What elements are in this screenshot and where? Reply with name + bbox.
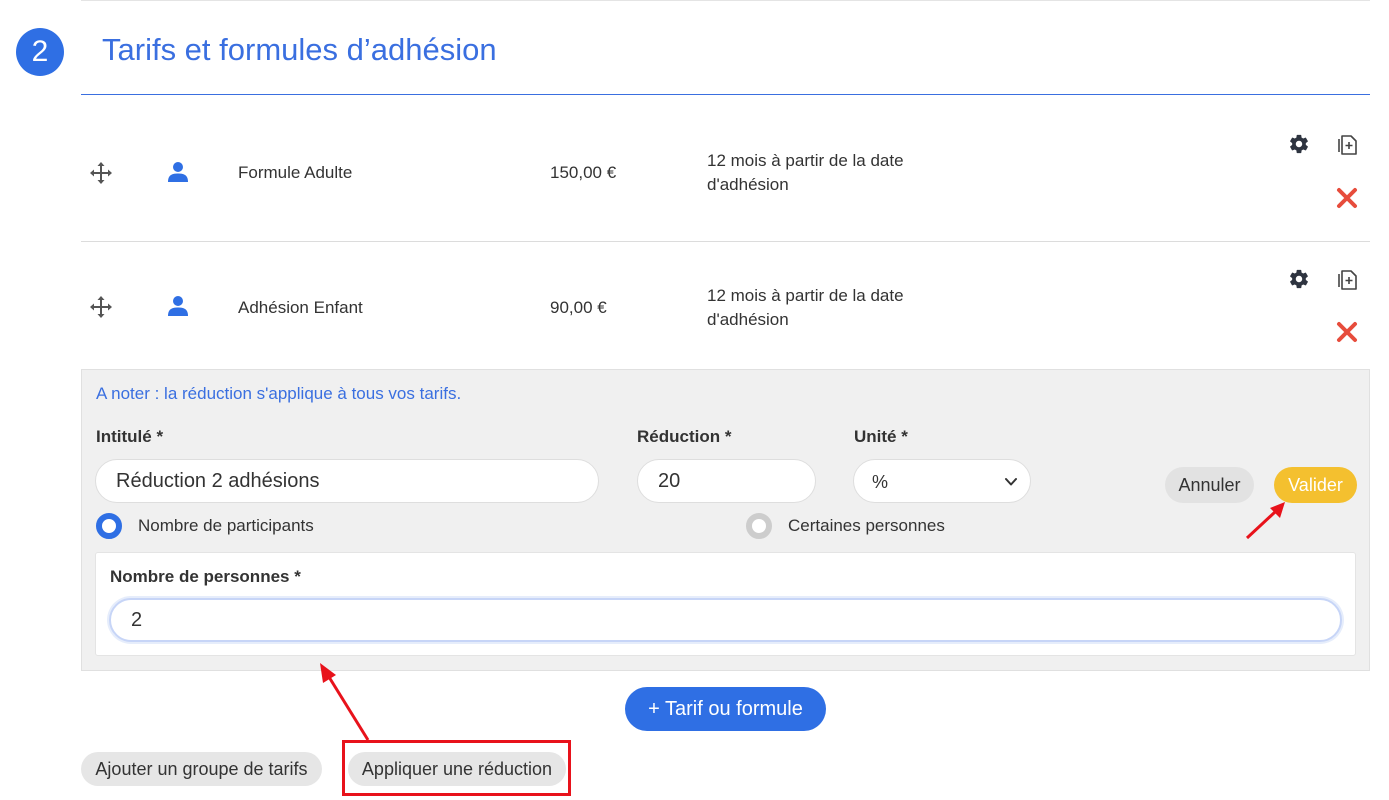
unit-select[interactable]: % (853, 459, 1031, 503)
duplicate-icon[interactable] (1335, 267, 1359, 291)
amount-field-label: Réduction * (637, 427, 732, 446)
gear-icon[interactable] (1288, 133, 1310, 155)
reduction-note: A noter : la réduction s'applique à tous… (96, 384, 462, 403)
section-title: Tarifs et formules d’adhésion (102, 32, 497, 67)
step-number-badge: 2 (16, 28, 64, 76)
radio-participants[interactable] (96, 513, 122, 539)
rate-duration: 12 mois à partir de la date d'adhésion (707, 151, 904, 194)
add-rate-group-button[interactable]: Ajouter un groupe de tarifs (81, 752, 322, 786)
delete-icon[interactable] (1336, 321, 1358, 343)
rate-name: Adhésion Enfant (238, 298, 363, 317)
rate-duration: 12 mois à partir de la date d'adhésion (707, 286, 904, 329)
reduction-amount-input[interactable] (637, 459, 816, 503)
radio-certain-persons[interactable] (746, 513, 772, 539)
validate-button[interactable]: Valider (1274, 467, 1357, 503)
cancel-button[interactable]: Annuler (1165, 467, 1254, 503)
chevron-down-icon (1005, 478, 1017, 486)
move-icon[interactable] (89, 295, 113, 319)
reduction-label-input[interactable] (95, 459, 599, 503)
rate-name: Formule Adulte (238, 163, 353, 182)
radio-participants-label: Nombre de participants (138, 516, 314, 535)
rate-row: Adhésion Enfant 90,00 € 12 mois à partir… (81, 243, 1370, 369)
persons-field-label: Nombre de personnes * (110, 567, 301, 586)
radio-certain-persons-label: Certaines personnes (788, 516, 945, 535)
persons-box: Nombre de personnes * (95, 552, 1356, 656)
add-rate-button[interactable]: + Tarif ou formule (625, 687, 826, 731)
unit-field-label: Unité * (854, 427, 908, 446)
annotation-arrow-to-persons (320, 663, 370, 741)
rate-price: 90,00 € (550, 298, 607, 317)
persons-count-input[interactable] (109, 598, 1342, 642)
label-field-label: Intitulé * (96, 427, 164, 446)
rate-row: Formule Adulte 150,00 € 12 mois à partir… (81, 95, 1370, 242)
delete-icon[interactable] (1336, 187, 1358, 209)
reduction-form: A noter : la réduction s'applique à tous… (81, 369, 1370, 671)
unit-select-value: % (872, 472, 889, 492)
user-icon (168, 296, 188, 316)
rate-price: 150,00 € (550, 163, 617, 182)
top-divider (81, 0, 1370, 1)
move-icon[interactable] (89, 161, 113, 185)
gear-icon[interactable] (1288, 268, 1310, 290)
duplicate-icon[interactable] (1335, 132, 1359, 156)
annotation-highlight-box (342, 740, 571, 796)
user-icon (168, 162, 188, 182)
